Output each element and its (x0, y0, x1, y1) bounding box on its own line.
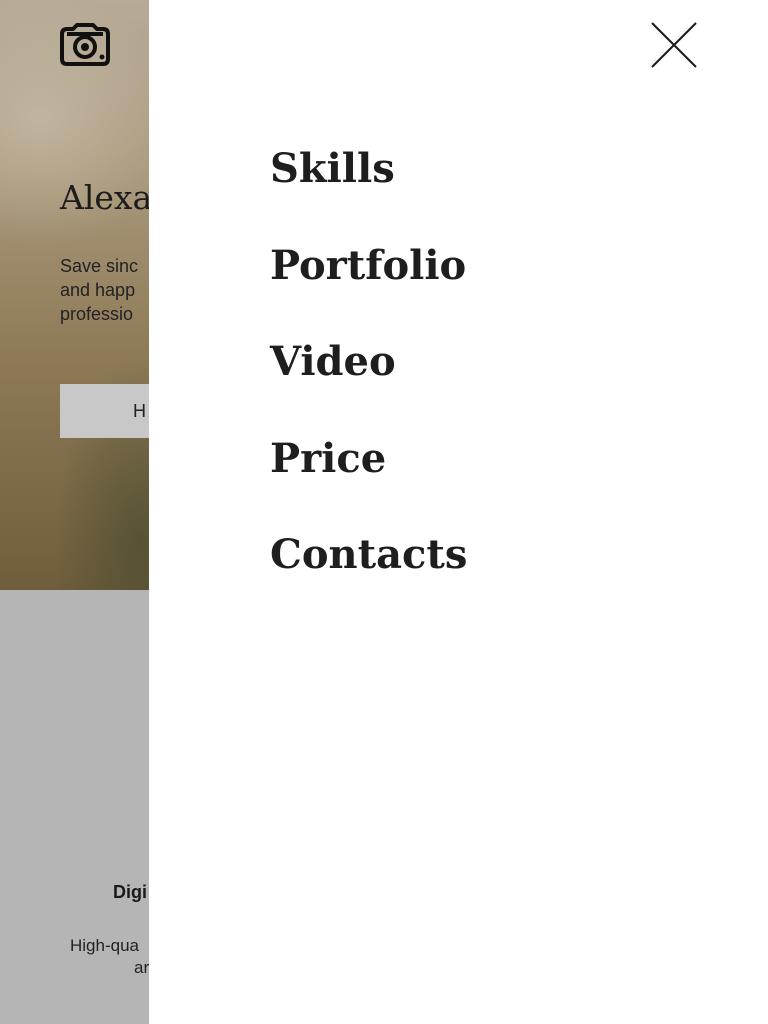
menu-link-price[interactable]: Price (270, 430, 386, 488)
close-menu-button[interactable] (649, 20, 699, 70)
menu-item: Skills (270, 140, 467, 237)
hero-title: Alexa (60, 178, 153, 217)
menu-link-contacts[interactable]: Contacts (270, 526, 467, 584)
service-title: Digi (113, 882, 147, 902)
close-icon (649, 22, 699, 73)
menu-panel: Skills Portfolio Video Price Contacts (149, 0, 768, 1024)
menu-item: Price (270, 430, 467, 527)
menu-item: Portfolio (270, 237, 467, 334)
menu-list: Skills Portfolio Video Price Contacts (270, 140, 467, 623)
menu-link-skills[interactable]: Skills (270, 140, 395, 198)
menu-link-video[interactable]: Video (270, 333, 396, 391)
menu-item: Contacts (270, 526, 467, 623)
menu-item: Video (270, 333, 467, 430)
menu-link-portfolio[interactable]: Portfolio (270, 237, 466, 295)
camera-icon[interactable] (59, 23, 111, 67)
